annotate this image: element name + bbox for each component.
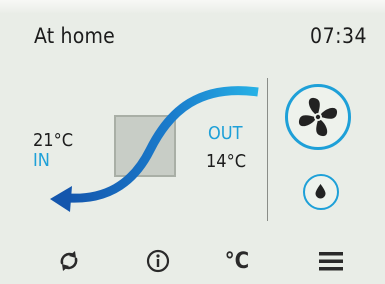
menu-icon — [319, 252, 343, 271]
temperature-unit-button[interactable]: °C — [214, 246, 260, 276]
info-icon — [146, 249, 170, 273]
vertical-divider — [267, 78, 268, 221]
info-button[interactable] — [143, 246, 173, 276]
fan-icon — [298, 97, 338, 137]
water-drop-icon — [315, 184, 326, 199]
fan-button[interactable] — [285, 84, 351, 150]
auto-mode-button[interactable] — [54, 246, 84, 276]
menu-button[interactable] — [316, 246, 346, 276]
indoor-temperature: 21°C — [33, 130, 74, 151]
indoor-label: IN — [33, 150, 50, 171]
ventilation-display: At home 07:34 21°C IN OUT 14°C °C — [0, 0, 385, 284]
auto-rotate-icon — [60, 251, 78, 271]
outdoor-label: OUT — [208, 123, 243, 144]
humidity-button[interactable] — [303, 174, 339, 210]
outdoor-temperature: 14°C — [206, 151, 247, 172]
